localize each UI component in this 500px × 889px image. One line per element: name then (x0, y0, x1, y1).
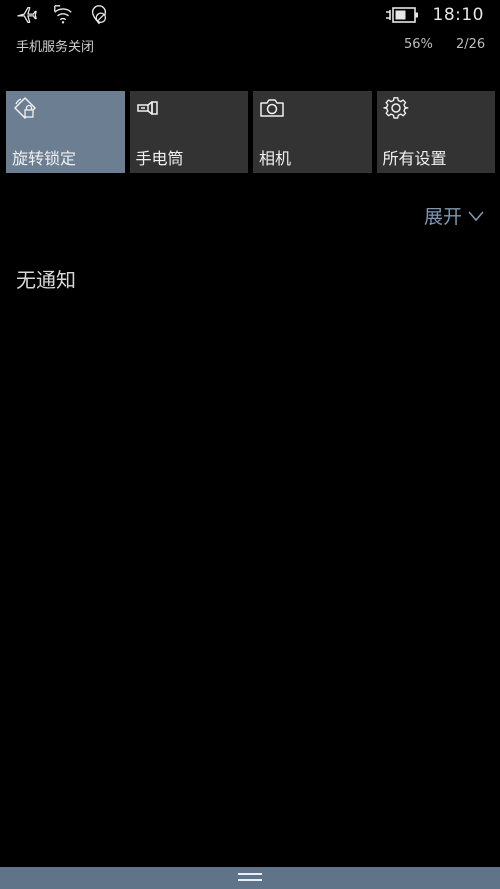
tile-label: 相机 (259, 149, 292, 168)
rotation-lock-button[interactable]: 旋转锁定 (6, 91, 125, 173)
date: 2/26 (456, 37, 486, 52)
tile-label: 所有设置 (382, 149, 447, 168)
rotation-lock-icon (12, 95, 38, 121)
airplane-icon (16, 4, 38, 30)
battery-percent: 56% (404, 37, 433, 52)
no-notifications-text: 无通知 (16, 268, 76, 292)
all-settings-button[interactable]: 所有设置 (376, 91, 495, 173)
camera-icon (259, 95, 285, 121)
battery-charging-icon (385, 5, 419, 25)
action-center: 18:10 手机服务关闭 56% 2/26 旋转锁定 手电筒 相机 所有设置 展… (0, 0, 500, 889)
flashlight-button[interactable]: 手电筒 (129, 91, 248, 173)
clock: 18:10 (432, 5, 484, 25)
expand-button[interactable]: 展开 (424, 202, 484, 229)
expand-label: 展开 (423, 206, 462, 228)
status-right: 18:10 (385, 5, 485, 25)
status-icons (16, 4, 110, 30)
wifi-off-icon (52, 4, 74, 30)
location-off-icon (88, 4, 110, 30)
quick-actions: 旋转锁定 手电筒 相机 所有设置 (6, 91, 495, 173)
tile-label: 手电筒 (135, 149, 184, 168)
gear-icon (382, 95, 409, 121)
grip-icon (238, 873, 262, 885)
tile-label: 旋转锁定 (12, 149, 77, 168)
camera-button[interactable]: 相机 (253, 91, 372, 173)
chevron-down-icon (468, 210, 484, 222)
service-status: 手机服务关闭 (16, 40, 95, 55)
flashlight-icon (136, 95, 162, 121)
close-handle-bar[interactable] (0, 867, 500, 889)
